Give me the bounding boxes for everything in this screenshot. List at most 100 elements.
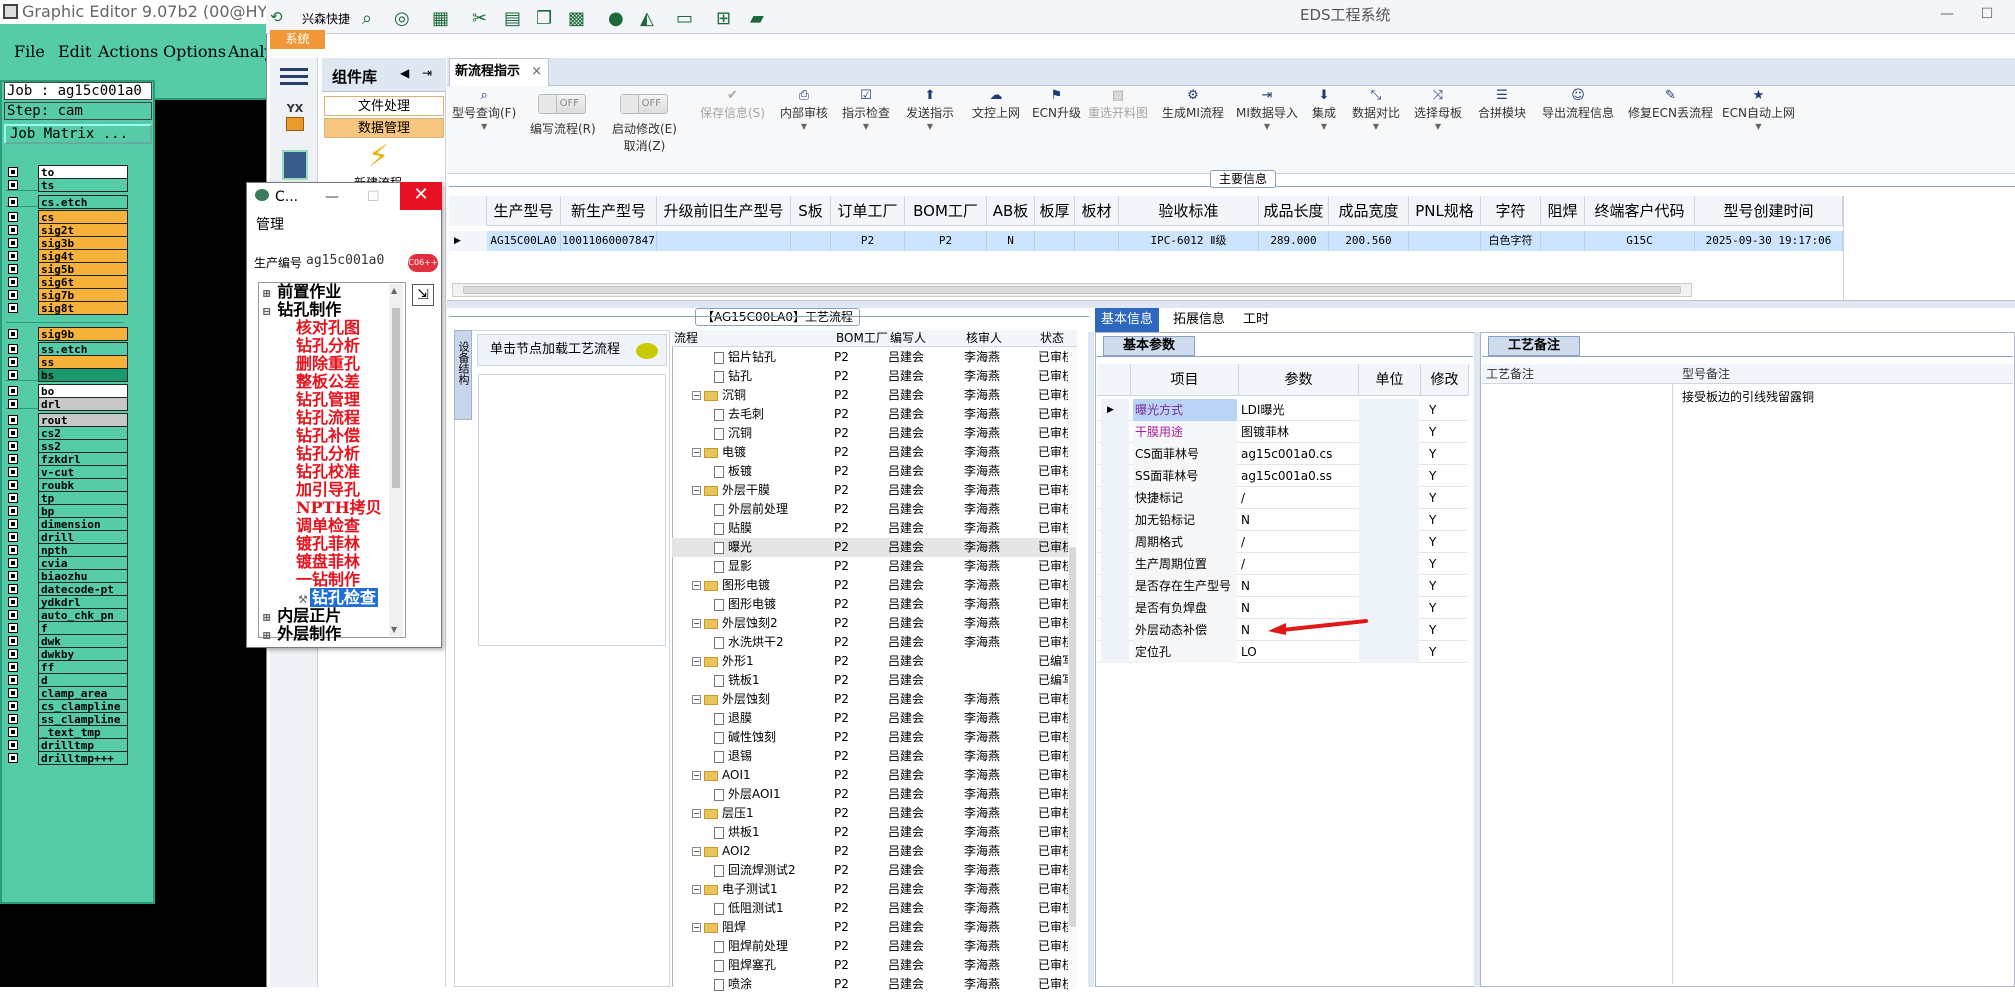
collapse-icon[interactable]: − — [692, 486, 701, 495]
grid-cell[interactable]: 白色字符 — [1481, 231, 1541, 251]
param-row[interactable]: 加无铅标记 N Y — [1097, 509, 1467, 531]
menu-options[interactable]: Options — [163, 42, 226, 61]
flow-tree-row[interactable]: 退锡 P2 吕建会 李海燕 已审核 — [672, 747, 1070, 766]
layer-name[interactable]: sig3b — [38, 236, 128, 250]
layer-checkbox[interactable] — [8, 558, 18, 568]
param-value[interactable]: ag15c001a0.ss — [1239, 465, 1359, 487]
flow-tree-row[interactable]: − 电子测试1 P2 吕建会 李海燕 已审核 — [672, 880, 1070, 899]
col-flow[interactable]: 流程 — [674, 330, 698, 347]
layer-name[interactable]: cvia — [38, 556, 128, 570]
layer-name[interactable]: sig8t — [38, 301, 128, 315]
layer-checkbox[interactable] — [8, 623, 18, 633]
dialog-tree-item[interactable]: ⊞ 外层制作 — [262, 625, 341, 645]
grid-col-header[interactable]: 升级前旧生产型号 — [657, 196, 791, 226]
vertical-splitter-left[interactable] — [1088, 332, 1094, 987]
layer-row[interactable]: drilltmp — [8, 738, 128, 752]
flow-tree-row[interactable]: 贴膜 P2 吕建会 李海燕 已审核 — [672, 519, 1070, 538]
grid-cell[interactable] — [657, 231, 791, 251]
flow-list-box[interactable] — [478, 374, 666, 646]
toolbar-button-7[interactable]: ☁ 文控上网 — [972, 88, 1020, 121]
menu-file[interactable]: File — [14, 42, 45, 61]
layer-checkbox[interactable] — [8, 480, 18, 490]
film-icon[interactable]: ▤ — [504, 8, 521, 29]
lib-data-management[interactable]: 数据管理 — [324, 118, 444, 138]
main-grid-hscroll[interactable] — [452, 283, 1692, 297]
layer-checkbox[interactable] — [8, 571, 18, 581]
layer-name[interactable]: ts — [38, 178, 128, 192]
layer-name[interactable]: bp — [38, 504, 128, 518]
toolbar-label-1[interactable]: 编写流程(R) — [530, 120, 596, 137]
collapse-icon[interactable]: − — [692, 448, 701, 457]
flow-tree-row[interactable]: 去毛刺 P2 吕建会 李海燕 已审核 — [672, 405, 1070, 424]
layer-name[interactable]: f — [38, 621, 128, 635]
grid-col-header[interactable]: AB板 — [987, 196, 1035, 226]
layer-name[interactable]: ss.etch — [38, 342, 128, 356]
param-row[interactable]: 是否存在生产型号 N Y — [1097, 575, 1467, 597]
layer-row[interactable]: sig2t — [8, 223, 128, 237]
layer-checkbox[interactable] — [8, 303, 18, 313]
layer-row[interactable]: sig7b — [8, 288, 128, 302]
model-remark-value[interactable]: 接受板边的引线残留露铜 — [1682, 388, 1814, 405]
dialog-tree-item[interactable]: NPTH拷贝 — [296, 499, 382, 517]
layer-row[interactable]: drl — [8, 397, 128, 411]
layer-checkbox[interactable] — [8, 701, 18, 711]
layer-name[interactable]: ss_clampline — [38, 712, 128, 726]
collapse-left-icon[interactable]: ◀ — [400, 66, 409, 80]
layer-row[interactable]: bs — [8, 368, 128, 382]
grid-cell[interactable]: AG15C00LA0 — [487, 231, 561, 251]
grid-col-header[interactable]: 字符 — [1481, 196, 1541, 226]
expand-icon[interactable]: ⊞ — [262, 611, 271, 624]
chevron-down-icon[interactable]: ▼ — [1414, 121, 1462, 133]
flow-tree-row[interactable]: − 沉铜 P2 吕建会 李海燕 已审核 — [672, 386, 1070, 405]
layer-checkbox[interactable] — [8, 519, 18, 529]
search-icon[interactable]: ⌕ — [362, 8, 372, 29]
scissors-icon[interactable]: ✂ — [472, 8, 487, 29]
toolbar-button-5[interactable]: ☑ 指示检查 ▼ — [842, 88, 890, 133]
layer-checkbox[interactable] — [8, 386, 18, 396]
param-row[interactable]: 定位孔 LO Y — [1097, 641, 1467, 663]
flow-tree-row[interactable]: 外层AOI1 P2 吕建会 李海燕 已审核 — [672, 785, 1070, 804]
dialog-tree-item[interactable]: 钻孔管理 — [296, 391, 360, 409]
layer-row[interactable]: rout — [8, 413, 128, 427]
flow-tree-row[interactable]: 图形电镀 P2 吕建会 李海燕 已审核 — [672, 595, 1070, 614]
collapse-icon[interactable]: − — [692, 695, 701, 704]
grid-col-header[interactable]: 阻焊 — [1541, 196, 1585, 226]
menu-edit[interactable]: Edit — [58, 42, 91, 61]
col-item[interactable]: 项目 — [1131, 364, 1239, 396]
dialog-tree-item[interactable]: 钻孔分析 — [296, 337, 360, 355]
layer-row[interactable]: ts — [8, 178, 128, 192]
flow-tree-row[interactable]: − 电镀 P2 吕建会 李海燕 已审核 — [672, 443, 1070, 462]
toolbar-sub-text[interactable]: 取消(Z) — [624, 139, 666, 153]
grid-col-header[interactable]: 成品长度 — [1259, 196, 1329, 226]
layer-row[interactable]: dwkby — [8, 647, 128, 661]
lib-new-flow[interactable]: 新建流程 — [354, 174, 402, 182]
dialog-tree-item[interactable]: 钻孔校准 — [296, 463, 360, 481]
flow-tree-row[interactable]: − 外形1 P2 吕建会 已编写 — [672, 652, 1070, 671]
table-icon[interactable]: ▦ — [432, 8, 449, 29]
layer-row[interactable]: sig5b — [8, 262, 128, 276]
grid-cell[interactable]: P2 — [905, 231, 987, 251]
layer-row[interactable]: cs_clampline — [8, 699, 128, 713]
grid-cell[interactable] — [1035, 231, 1075, 251]
param-row[interactable]: SS面菲林号 ag15c001a0.ss Y — [1097, 465, 1467, 487]
toolbar-button-18[interactable]: ★ ECN自动上网 ▼ — [1722, 88, 1795, 133]
layer-checkbox[interactable] — [8, 225, 18, 235]
flow-tree-row[interactable]: − 外层蚀刻 P2 吕建会 李海燕 已审核 — [672, 690, 1070, 709]
export-icon[interactable]: ⇲ — [412, 284, 434, 306]
collapse-icon[interactable]: − — [692, 809, 701, 818]
grid-cell[interactable]: 2025-09-30 19:17:06 — [1695, 231, 1843, 251]
flow-tree-row[interactable]: 退膜 P2 吕建会 李海燕 已审核 — [672, 709, 1070, 728]
layer-row[interactable]: auto_chk_pn — [8, 608, 128, 622]
param-row[interactable]: ▶ 曝光方式 LDI曝光 Y — [1097, 399, 1467, 421]
flow-tree-row[interactable]: 低阻测试1 P2 吕建会 李海燕 已审核 — [672, 899, 1070, 918]
layer-name[interactable]: biaozhu — [38, 569, 128, 583]
flow-tree-row[interactable]: − 层压1 P2 吕建会 李海燕 已审核 — [672, 804, 1070, 823]
toggle-2[interactable]: OFF — [620, 94, 668, 114]
grid-col-header[interactable]: 生产型号 — [487, 196, 561, 226]
collapse-icon[interactable]: − — [692, 847, 701, 856]
flow-tree-row[interactable]: 阻焊塞孔 P2 吕建会 李海燕 已审核 — [672, 956, 1070, 975]
layer-row[interactable]: sig9b — [8, 327, 128, 341]
flow-tree-row[interactable]: 碱性蚀刻 P2 吕建会 李海燕 已审核 — [672, 728, 1070, 747]
param-value[interactable]: LDI曝光 — [1239, 399, 1359, 421]
toggle-1[interactable]: OFF — [538, 94, 586, 114]
